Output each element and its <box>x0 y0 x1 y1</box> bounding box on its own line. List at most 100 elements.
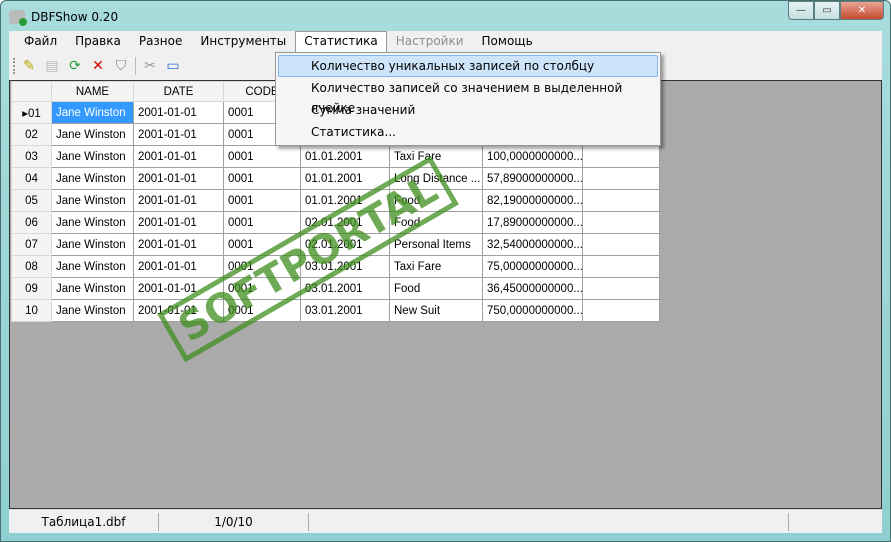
table-cell[interactable]: Personal Items <box>389 233 483 256</box>
table-cell[interactable] <box>582 167 660 190</box>
delete-icon[interactable]: ✕ <box>89 57 107 75</box>
table-cell[interactable]: Jane Winston <box>51 123 134 146</box>
table-cell[interactable]: 750,0000000000... <box>482 299 583 322</box>
table-row[interactable]: 06 Jane Winston 2001-01-01 0001 02.01.2001 Fo… <box>11 211 660 234</box>
table-cell[interactable]: 03.01.2001 <box>300 255 390 278</box>
table-cell[interactable]: 0001 <box>223 211 301 234</box>
table-cell[interactable]: 02.01.2001 <box>300 211 390 234</box>
table-cell[interactable]: Jane Winston <box>51 189 134 212</box>
row-header[interactable]: ▸01 <box>11 101 52 124</box>
table-cell[interactable]: 2001-01-01 <box>133 189 224 212</box>
table-row[interactable]: 04 Jane Winston 2001-01-01 0001 01.01.2001 Lo… <box>11 167 660 190</box>
table-cell[interactable]: 2001-01-01 <box>133 277 224 300</box>
menu-misc[interactable]: Разное <box>130 31 192 53</box>
table-cell[interactable]: 0001 <box>223 167 301 190</box>
row-header[interactable]: 06 <box>11 211 52 234</box>
row-header[interactable]: 10 <box>11 299 52 322</box>
table-cell[interactable] <box>582 277 660 300</box>
table-cell[interactable]: Jane Winston <box>51 101 134 124</box>
table-cell[interactable]: Jane Winston <box>51 277 134 300</box>
menu-settings[interactable]: Настройки <box>387 31 473 53</box>
table-cell[interactable]: 01.01.2001 <box>300 189 390 212</box>
table-cell[interactable]: 2001-01-01 <box>133 211 224 234</box>
filter-icon[interactable]: ⛉ <box>112 57 130 75</box>
menu-item-value-count[interactable]: Количество записей со значением в выделе… <box>278 77 658 115</box>
table-cell[interactable] <box>582 255 660 278</box>
table-cell[interactable]: 2001-01-01 <box>133 167 224 190</box>
table-cell[interactable]: Jane Winston <box>51 255 134 278</box>
table-row[interactable]: 09 Jane Winston 2001-01-01 0001 03.01.2001 Fo… <box>11 277 660 300</box>
table-cell[interactable]: Jane Winston <box>51 167 134 190</box>
menu-help[interactable]: Помощь <box>473 31 542 53</box>
table-cell[interactable]: 0001 <box>223 255 301 278</box>
table-row[interactable]: 07 Jane Winston 2001-01-01 0001 02.01.2001 Pe… <box>11 233 660 256</box>
column-header[interactable]: NAME <box>51 81 134 102</box>
menu-item-statistics[interactable]: Статистика... <box>278 121 658 143</box>
row-header[interactable]: 03 <box>11 145 52 168</box>
table-cell[interactable]: Jane Winston <box>51 299 134 322</box>
table-cell[interactable]: 0001 <box>223 145 301 168</box>
table-cell[interactable]: 2001-01-01 <box>133 123 224 146</box>
table-cell[interactable]: Food <box>389 277 483 300</box>
table-cell[interactable]: 57,89000000000... <box>482 167 583 190</box>
table-cell[interactable]: 32,54000000000... <box>482 233 583 256</box>
table-cell[interactable]: 02.01.2001 <box>300 233 390 256</box>
table-cell[interactable] <box>582 211 660 234</box>
menu-tools[interactable]: Инструменты <box>191 31 295 53</box>
table-cell[interactable] <box>582 145 660 168</box>
table-cell[interactable]: 75,00000000000... <box>482 255 583 278</box>
open-icon[interactable]: ✎ <box>20 57 38 75</box>
table-row[interactable]: 03 Jane Winston 2001-01-01 0001 01.01.2001 Ta… <box>11 145 660 168</box>
table-cell[interactable]: Jane Winston <box>51 233 134 256</box>
menu-item-sum[interactable]: Сумма значений <box>278 99 658 121</box>
menu-edit[interactable]: Правка <box>66 31 130 53</box>
table-cell[interactable]: 17,89000000000... <box>482 211 583 234</box>
table-cell[interactable]: 36,45000000000... <box>482 277 583 300</box>
minimize-button[interactable]: — <box>788 1 814 20</box>
row-header[interactable]: 08 <box>11 255 52 278</box>
toolbar-grip[interactable] <box>13 58 15 74</box>
column-header[interactable]: DATE <box>133 81 224 102</box>
table-row[interactable]: 08 Jane Winston 2001-01-01 0001 03.01.2001 Ta… <box>11 255 660 278</box>
table-cell[interactable]: 01.01.2001 <box>300 167 390 190</box>
table-cell[interactable]: 100,0000000000... <box>482 145 583 168</box>
table-cell[interactable]: 0001 <box>223 189 301 212</box>
row-header[interactable]: 07 <box>11 233 52 256</box>
table-cell[interactable]: 0001 <box>223 299 301 322</box>
table-row[interactable]: 05 Jane Winston 2001-01-01 0001 01.01.2001 Fo… <box>11 189 660 212</box>
table-cell[interactable]: Food <box>389 211 483 234</box>
row-header[interactable]: 05 <box>11 189 52 212</box>
table-cell[interactable]: Long Distance ... <box>389 167 483 190</box>
row-header[interactable]: 04 <box>11 167 52 190</box>
export-icon[interactable]: ▤ <box>43 57 61 75</box>
table-cell[interactable]: Jane Winston <box>51 211 134 234</box>
table-cell[interactable] <box>582 299 660 322</box>
menu-file[interactable]: Файл <box>15 31 66 53</box>
table-cell[interactable]: New Suit <box>389 299 483 322</box>
corner-cell[interactable] <box>11 81 52 102</box>
row-header[interactable]: 09 <box>11 277 52 300</box>
window-icon[interactable]: ▭ <box>164 57 182 75</box>
table-cell[interactable]: Jane Winston <box>51 145 134 168</box>
menu-item-unique-count[interactable]: Количество уникальных записей по столбцу <box>278 55 658 77</box>
table-cell[interactable]: 03.01.2001 <box>300 299 390 322</box>
table-row[interactable]: 10 Jane Winston 2001-01-01 0001 03.01.2001 Ne… <box>11 299 660 322</box>
table-cell[interactable]: 2001-01-01 <box>133 145 224 168</box>
table-cell[interactable]: 2001-01-01 <box>133 101 224 124</box>
refresh-icon[interactable]: ⟳ <box>66 57 84 75</box>
table-cell[interactable]: Taxi Fare <box>389 255 483 278</box>
row-header[interactable]: 02 <box>11 123 52 146</box>
table-cell[interactable]: Taxi Fare <box>389 145 483 168</box>
table-cell[interactable]: Food <box>389 189 483 212</box>
table-cell[interactable]: 82,19000000000... <box>482 189 583 212</box>
tools-icon[interactable]: ✂ <box>141 57 159 75</box>
table-cell[interactable]: 0001 <box>223 233 301 256</box>
table-cell[interactable]: 2001-01-01 <box>133 255 224 278</box>
table-cell[interactable]: 2001-01-01 <box>133 233 224 256</box>
table-cell[interactable]: 0001 <box>223 277 301 300</box>
maximize-button[interactable]: ▭ <box>814 1 840 20</box>
table-cell[interactable] <box>582 233 660 256</box>
close-button[interactable]: ✕ <box>840 1 884 20</box>
table-cell[interactable] <box>582 189 660 212</box>
table-cell[interactable]: 01.01.2001 <box>300 145 390 168</box>
